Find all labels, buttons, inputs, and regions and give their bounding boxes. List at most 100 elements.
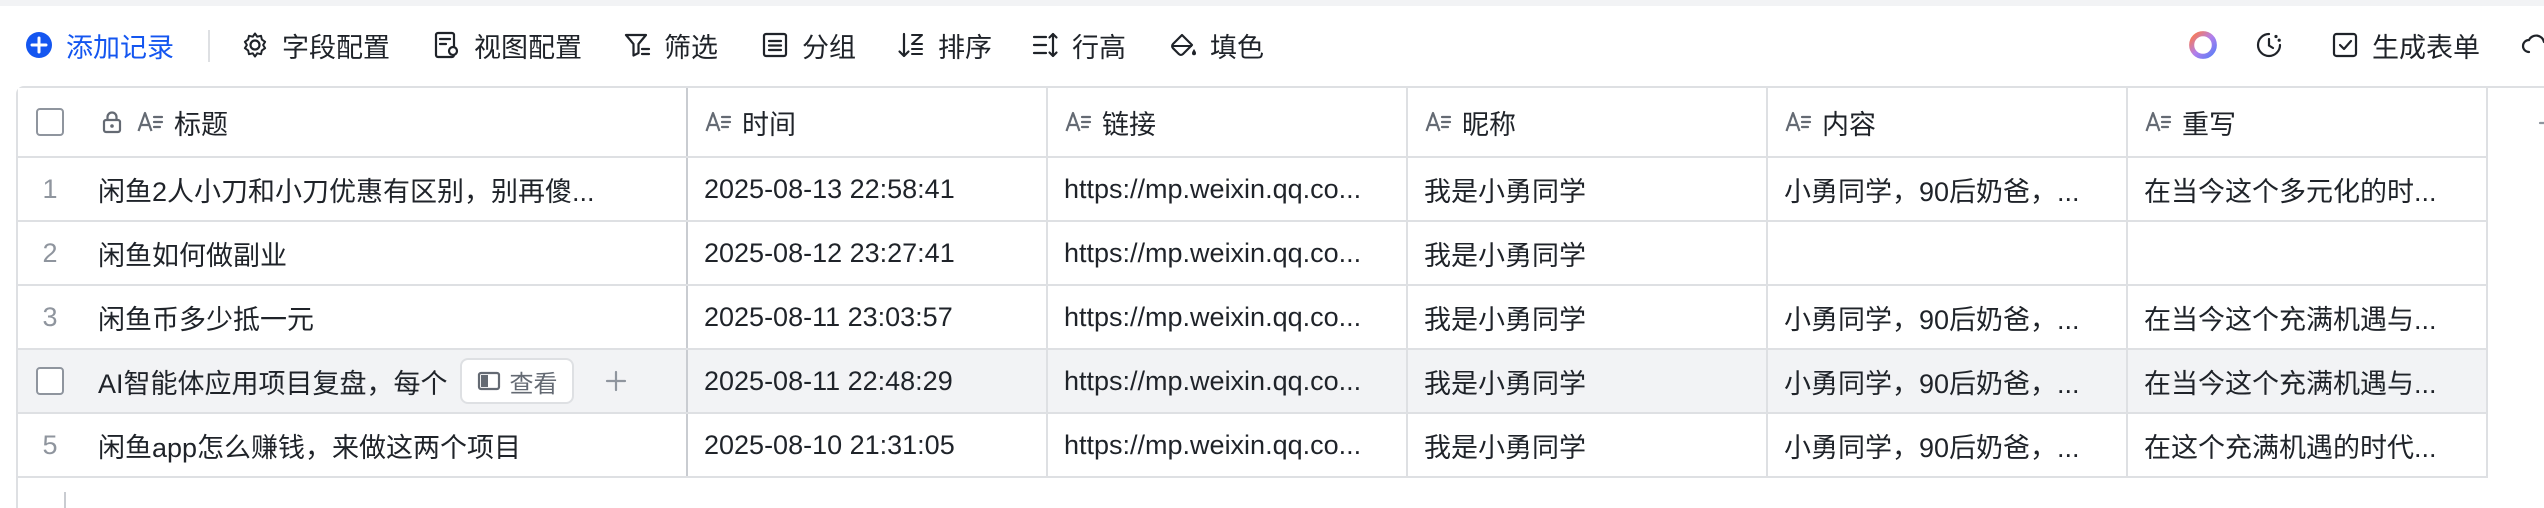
row-height-button[interactable]: 行高 [1030, 6, 1126, 84]
cell-text: 2025-08-11 22:48:29 [704, 365, 953, 396]
cell-rewrite[interactable] [2128, 222, 2488, 284]
row-index: 2 [42, 237, 58, 268]
cell-text: https://mp.weixin.qq.co... [1064, 237, 1362, 268]
plus-circle-icon [26, 32, 52, 58]
cell-nickname[interactable]: 我是小勇同学 [1408, 286, 1768, 348]
cell-content[interactable]: 小勇同学，90后奶爸，... [1768, 286, 2128, 348]
cell-time[interactable]: 2025-08-11 23:03:57 [688, 286, 1048, 348]
cell-title[interactable]: AI智能体应用项目复盘，每个 查看 [82, 350, 688, 412]
row-checkbox[interactable] [36, 367, 64, 395]
row-select-cell [18, 350, 82, 412]
grid-header: 标题 时间 链接 昵称 内容 重写 [18, 88, 2488, 158]
cell-title[interactable]: 闲鱼app怎么赚钱，来做这两个项目 [82, 414, 688, 476]
cell-time[interactable]: 2025-08-12 23:27:41 [688, 222, 1048, 284]
filter-icon [624, 33, 651, 57]
cell-text: 在当今这个多元化的时... [2144, 176, 2437, 207]
cell-text: 2025-08-11 23:03:57 [704, 301, 953, 332]
plus-icon [605, 370, 626, 392]
cell-text: 我是小勇同学 [1424, 240, 1586, 271]
cell-nickname[interactable]: 我是小勇同学 [1408, 414, 1768, 476]
add-column-edge[interactable] [2536, 88, 2544, 158]
add-subrecord-button[interactable] [596, 361, 636, 401]
column-header-time[interactable]: 时间 [688, 88, 1048, 156]
table-row[interactable]: 3 闲鱼币多少抵一元 2025-08-11 23:03:57 https://m… [18, 286, 2488, 350]
cell-nickname[interactable]: 我是小勇同学 [1408, 158, 1768, 220]
cell-rewrite[interactable]: 在当今这个充满机遇与... [2128, 286, 2488, 348]
cell-content[interactable] [1768, 222, 2128, 284]
table-row[interactable]: 5 闲鱼app怎么赚钱，来做这两个项目 2025-08-10 21:31:05 … [18, 414, 2488, 478]
column-header-rewrite[interactable]: 重写 [2128, 88, 2488, 156]
view-config-label: 视图配置 [474, 32, 582, 63]
text-field-icon [1425, 111, 1452, 132]
cloud-sync-button[interactable] [2520, 6, 2544, 84]
view-config-button[interactable]: 视图配置 [432, 6, 582, 84]
cell-content[interactable]: 小勇同学，90后奶爸，... [1768, 414, 2128, 476]
toolbar-divider [208, 30, 210, 62]
text-field-icon [137, 111, 164, 132]
add-row-marker[interactable] [64, 492, 66, 508]
fill-color-button[interactable]: 填色 [1168, 6, 1264, 84]
add-record-label: 添加记录 [66, 32, 174, 63]
cell-text: 小勇同学，90后奶爸，... [1784, 304, 2080, 335]
cell-content[interactable]: 小勇同学，90后奶爸，... [1768, 350, 2128, 412]
select-all-checkbox[interactable] [36, 108, 64, 136]
view-record-button[interactable]: 查看 [459, 358, 574, 404]
cell-link[interactable]: https://mp.weixin.qq.co... [1048, 350, 1408, 412]
add-record-button[interactable]: 添加记录 [24, 6, 174, 84]
cell-title[interactable]: 闲鱼2人小刀和小刀优惠有区别，别再傻... [82, 158, 688, 220]
sort-button[interactable]: 排序 [896, 6, 992, 84]
cell-link[interactable]: https://mp.weixin.qq.co... [1048, 222, 1408, 284]
grid-rows: 1 闲鱼2人小刀和小刀优惠有区别，别再傻... 2025-08-13 22:58… [18, 158, 2488, 478]
cell-rewrite[interactable]: 在当今这个充满机遇与... [2128, 350, 2488, 412]
cell-text: 闲鱼app怎么赚钱，来做这两个项目 [98, 432, 522, 463]
sort-label: 排序 [938, 32, 992, 63]
toolbar: 添加记录 字段配置 视图配置 筛选 分组 排序 行高 填色 生成表单 [0, 6, 2544, 84]
cell-text: 2025-08-10 21:31:05 [704, 429, 955, 460]
cell-rewrite[interactable]: 在这个充满机遇的时代... [2128, 414, 2488, 476]
gear-icon [243, 32, 267, 58]
cell-rewrite[interactable]: 在当今这个多元化的时... [2128, 158, 2488, 220]
column-label: 重写 [2182, 109, 2236, 140]
column-header-nickname[interactable]: 昵称 [1408, 88, 1768, 156]
view-record-label: 查看 [509, 370, 558, 398]
cell-time[interactable]: 2025-08-11 22:48:29 [688, 350, 1048, 412]
cell-title[interactable]: 闲鱼如何做副业 [82, 222, 688, 284]
table-row[interactable]: 2 闲鱼如何做副业 2025-08-12 23:27:41 https://mp… [18, 222, 2488, 286]
history-button[interactable] [2254, 6, 2284, 84]
column-header-title[interactable]: 标题 [82, 88, 688, 156]
group-button[interactable]: 分组 [760, 6, 856, 84]
cell-text: 我是小勇同学 [1424, 304, 1586, 335]
cell-content[interactable]: 小勇同学，90后奶爸，... [1768, 158, 2128, 220]
cell-text: 我是小勇同学 [1424, 432, 1586, 463]
generate-form-label: 生成表单 [2372, 32, 2480, 63]
table-row[interactable]: 1 闲鱼2人小刀和小刀优惠有区别，别再傻... 2025-08-13 22:58… [18, 158, 2488, 222]
column-header-content[interactable]: 内容 [1768, 88, 2128, 156]
cell-nickname[interactable]: 我是小勇同学 [1408, 222, 1768, 284]
cell-link[interactable]: https://mp.weixin.qq.co... [1048, 414, 1408, 476]
cell-time[interactable]: 2025-08-13 22:58:41 [688, 158, 1048, 220]
plus-icon [2538, 121, 2544, 125]
cell-text: 闲鱼2人小刀和小刀优惠有区别，别再傻... [98, 176, 595, 207]
field-config-button[interactable]: 字段配置 [240, 6, 390, 84]
row-height-label: 行高 [1072, 32, 1126, 63]
cell-text: 2025-08-13 22:58:41 [704, 173, 955, 204]
cell-title[interactable]: 闲鱼币多少抵一元 [82, 286, 688, 348]
generate-form-button[interactable]: 生成表单 [2330, 6, 2480, 84]
row-index: 3 [42, 301, 58, 332]
select-all-cell [18, 88, 82, 156]
cell-text: 小勇同学，90后奶爸，... [1784, 368, 2080, 399]
table-row-hovered[interactable]: AI智能体应用项目复盘，每个 查看 2025-08-11 22:48:29 ht… [18, 350, 2488, 414]
row-height-icon [1032, 32, 1058, 58]
cell-link[interactable]: https://mp.weixin.qq.co... [1048, 286, 1408, 348]
cell-time[interactable]: 2025-08-10 21:31:05 [688, 414, 1048, 476]
ai-assistant-button[interactable] [2186, 6, 2220, 84]
cell-text: 小勇同学，90后奶爸，... [1784, 176, 2080, 207]
cell-nickname[interactable]: 我是小勇同学 [1408, 350, 1768, 412]
column-header-link[interactable]: 链接 [1048, 88, 1408, 156]
cell-text: 在当今这个充满机遇与... [2144, 304, 2437, 335]
filter-button[interactable]: 筛选 [622, 6, 718, 84]
cell-link[interactable]: https://mp.weixin.qq.co... [1048, 158, 1408, 220]
lock-icon [102, 111, 122, 134]
cell-text: 2025-08-12 23:27:41 [704, 237, 955, 268]
cell-text: 我是小勇同学 [1424, 176, 1586, 207]
